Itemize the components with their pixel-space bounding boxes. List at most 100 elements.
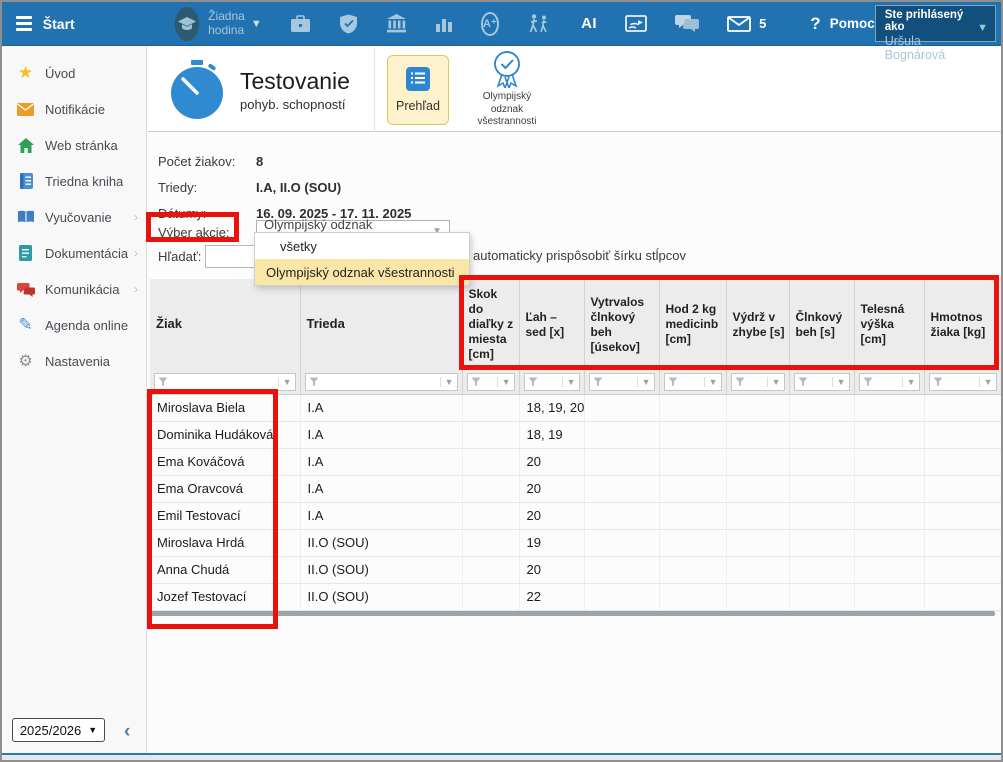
filter-control[interactable]: ▼ [929,373,997,391]
tab-overview[interactable]: Prehľad [387,55,449,125]
tab-olympic-badge[interactable]: Olympijskýodznakvšestrannosti [468,50,546,129]
sidebar-item-dokumentacia[interactable]: Dokumentácia › [2,235,146,271]
table-row[interactable]: Anna ChudáII.O (SOU)20 [150,556,1001,583]
app-window: Štart Žiadnahodina ▼ A⁺ AI 5 [0,0,1003,762]
lesson-caret-icon[interactable]: ▼ [251,18,262,30]
table-cell: 19 [519,529,584,556]
filter-control[interactable]: ▼ [524,373,580,391]
table-cell [789,394,854,421]
column-header[interactable]: Hmotnos žiaka [kg] [924,279,1001,370]
page-header: Testovanie pohyb. schopností Prehľad [148,48,1001,132]
filter-control[interactable]: ▼ [154,373,296,391]
table-cell [659,529,726,556]
sidebar-item-vyucovanie[interactable]: Vyučovanie › [2,199,146,235]
table-row[interactable]: Dominika HudákováI.A18, 19 [150,421,1001,448]
column-header[interactable]: Výdrž v zhybe [s] [726,279,789,370]
filter-caret-icon: ▼ [704,377,718,387]
autofit-columns-label[interactable]: automaticky prispôsobiť šírku stĺpcov [473,248,686,263]
table-cell [924,448,1001,475]
column-header[interactable]: Trieda [300,279,462,370]
table-cell [854,475,924,502]
chat-icon[interactable] [675,14,699,33]
filter-control[interactable]: ▼ [467,373,515,391]
user-menu[interactable]: Ste prihlásený ako Uršula Bognárová ▼ [875,5,996,42]
excursion-walkers-icon[interactable] [527,14,551,34]
student-count-value: 8 [256,154,263,169]
grades-a-plus-icon[interactable]: A⁺ [481,12,499,36]
collapse-sidebar-button[interactable]: ‹ [124,722,130,741]
table-cell: 18, 19 [519,421,584,448]
table-cell: II.O (SOU) [300,529,462,556]
table-row[interactable]: Emil TestovacíI.A20 [150,502,1001,529]
table-cell [924,556,1001,583]
table-cell [924,475,1001,502]
filter-control[interactable]: ▼ [731,373,785,391]
table-row[interactable]: Miroslava BielaI.A18, 19, 20 [150,394,1001,421]
shield-icon[interactable] [339,14,358,34]
column-header[interactable]: Telesná výška [cm] [854,279,924,370]
document-icon [15,245,36,261]
briefcase-icon[interactable] [290,15,311,33]
table-cell [659,502,726,529]
table-cell [789,502,854,529]
bar-chart-icon[interactable] [435,15,453,33]
column-header[interactable]: Vytrvalos člnkový beh [úsekov] [584,279,659,370]
badge-label: Olympijskýodznakvšestrannosti [478,91,537,129]
table-cell [789,529,854,556]
tab-overview-label: Prehľad [396,99,440,113]
table-cell [584,502,659,529]
sidebar-item-nastavenia[interactable]: ⚙ Nastavenia [2,343,146,379]
table-cell: I.A [300,475,462,502]
sidebar-item-agenda-online[interactable]: ✎ Agenda online [2,307,146,343]
table-cell: Miroslava Hrdá [150,529,300,556]
filter-control[interactable]: ▼ [589,373,655,391]
students-table-wrap: ŽiakTriedaSkok do diaľky z miesta [cm]Ľa… [150,279,1001,611]
sidebar-item-triedna-kniha[interactable]: Triedna kniha [2,163,146,199]
table-cell [584,394,659,421]
filter-control[interactable]: ▼ [664,373,722,391]
table-cell [854,583,924,610]
institution-icon[interactable] [386,14,407,33]
ai-button[interactable]: AI [581,15,597,32]
table-row[interactable]: Ema OravcováI.A20 [150,475,1001,502]
classes-label: Triedy: [158,180,197,195]
column-header[interactable]: Ľah – sed [x] [519,279,584,370]
sidebar-item-web-stranka[interactable]: Web stránka [2,127,146,163]
table-cell [789,583,854,610]
table-row[interactable]: Jozef TestovacíII.O (SOU)22 [150,583,1001,610]
table-cell [584,556,659,583]
header-divider [374,48,375,132]
start-button[interactable]: Štart [43,16,75,32]
filter-control[interactable]: ▼ [859,373,920,391]
graduation-cap-icon [177,16,197,32]
dropdown-option-olympic[interactable]: Olympijský odznak všestrannosti [255,259,469,285]
table-row[interactable]: Miroslava HrdáII.O (SOU) 19 [150,529,1001,556]
help-question-icon[interactable]: ? [810,14,820,34]
sidebar-item-notifikacie[interactable]: Notifikácie [2,91,146,127]
column-header[interactable]: Hod 2 kg medicinb [cm] [659,279,726,370]
page-title: Testovanie [240,68,350,95]
table-row[interactable]: Ema KováčováI.A20 [150,448,1001,475]
gear-icon: ⚙ [15,351,36,371]
school-year-select[interactable]: 2025/2026▼ [12,718,105,742]
cast-screen-icon[interactable] [625,15,647,33]
table-cell [462,448,519,475]
filter-control[interactable]: ▼ [794,373,850,391]
column-header[interactable]: Skok do diaľky z miesta [cm] [462,279,519,370]
sidebar-item-komunikacia[interactable]: Komunikácia › [2,271,146,307]
mail-button[interactable]: 5 [727,16,766,32]
sidebar-item-uvod[interactable]: ★ Úvod [2,55,146,91]
table-cell: 22 [519,583,584,610]
user-caret-icon: ▼ [977,22,988,34]
table-cell [659,475,726,502]
dropdown-option-all[interactable]: všetky [255,233,469,259]
table-cell [789,421,854,448]
filter-control[interactable]: ▼ [305,373,458,391]
menu-icon[interactable] [16,16,32,31]
current-lesson-button[interactable] [175,7,199,41]
column-header[interactable]: Žiak [150,279,300,370]
horizontal-scrollbar[interactable] [150,611,995,616]
column-header[interactable]: Člnkový beh [s] [789,279,854,370]
lesson-status[interactable]: Žiadnahodina [208,10,245,38]
help-button[interactable]: Pomoc [830,16,875,31]
